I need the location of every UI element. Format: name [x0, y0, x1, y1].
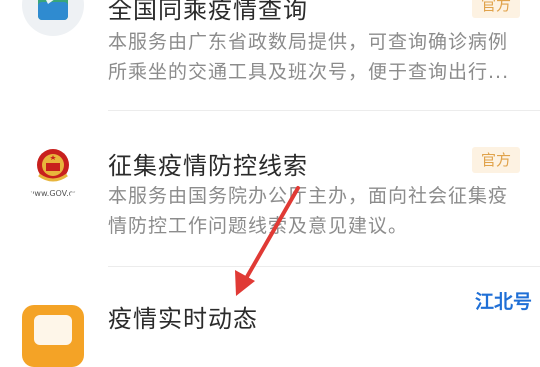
divider — [108, 110, 540, 111]
icon-caption: www.GOV.cn — [27, 189, 79, 198]
item-title: 征集疫情防控线索 — [108, 152, 308, 180]
item-description: 本服务由国务院办公厅主办，面向社会征集疫 情防控工作问题线索及意见建议。 — [108, 181, 518, 241]
divider — [108, 266, 540, 267]
official-badge: 官方 — [472, 147, 520, 173]
description-line: 本服务由国务院办公厅主办，面向社会征集疫 — [108, 185, 509, 207]
gov-emblem-icon: www.GOV.cn — [22, 139, 84, 201]
description-line: 情防控工作问题线索及意见建议。 — [108, 215, 409, 237]
item-title: 疫情实时动态 — [108, 305, 258, 333]
travel-query-app-icon — [22, 0, 84, 36]
item-description: 本服务由广东省政数局提供，可查询确诊病例 所乘坐的交通工具及班次号，便于查询出行… — [108, 27, 518, 87]
realtime-updates-app-icon — [22, 305, 84, 367]
item-title: 全国同乘疫情查询 — [108, 0, 308, 24]
watermark: 江北号 — [474, 291, 532, 313]
description-line: 本服务由广东省政数局提供，可查询确诊病例 — [108, 31, 509, 53]
description-line: 所乘坐的交通工具及班次号，便于查询出行... — [108, 61, 510, 83]
official-badge: 官方 — [472, 0, 520, 18]
